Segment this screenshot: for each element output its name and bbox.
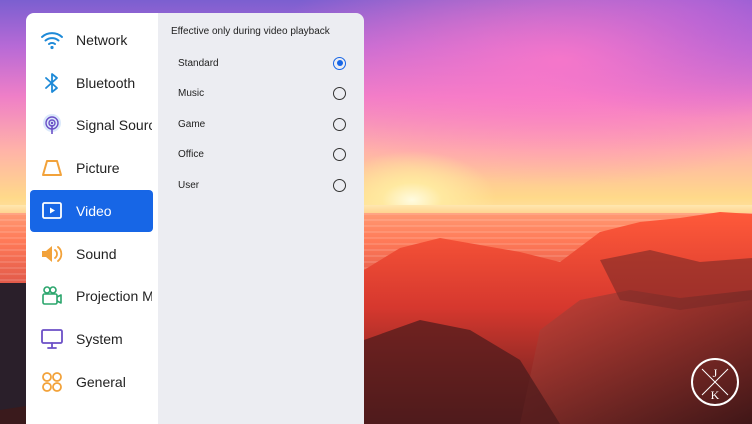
option-label: Standard (178, 57, 219, 69)
sidebar-item-sound[interactable]: Sound (30, 233, 153, 275)
wifi-icon (40, 28, 64, 52)
panel-title: Effective only during video playback (171, 26, 330, 37)
sidebar-item-label: Picture (76, 160, 120, 177)
option-label: Game (178, 118, 206, 130)
settings-menu: Network Bluetooth Signal Source Picture Vide… (26, 13, 158, 424)
picture-icon (40, 156, 64, 180)
sidebar-item-signal-source[interactable]: Signal Source (30, 104, 153, 146)
sidebar-item-video[interactable]: Video (30, 189, 153, 232)
jk-logo: J K (691, 358, 739, 406)
radio-button[interactable] (333, 178, 346, 192)
sidebar-item-label: General (76, 373, 126, 390)
video-mode-panel: Effective only during video playback Sta… (158, 13, 364, 424)
sidebar-item-network[interactable]: Network (30, 19, 153, 61)
bluetooth-icon (40, 71, 64, 95)
option-label: User (178, 179, 200, 191)
sidebar-item-label: Projection Mode (76, 288, 152, 305)
sidebar-item-system[interactable]: System (30, 318, 153, 360)
sidebar-item-picture[interactable]: Picture (30, 147, 153, 189)
sidebar-item-bluetooth[interactable]: Bluetooth (30, 62, 153, 104)
sidebar-item-label: Video (76, 202, 112, 219)
sidebar-item-label: Network (76, 32, 128, 48)
radio-button[interactable] (333, 148, 346, 161)
option-standard[interactable]: Standard (170, 50, 350, 76)
video-icon (40, 199, 64, 223)
option-label: Music (178, 88, 205, 99)
sidebar-item-general[interactable]: General (30, 361, 153, 403)
speaker-icon (40, 242, 64, 266)
logo-letter-k: K (711, 388, 720, 402)
logo-letter-j: J (713, 366, 718, 380)
option-office[interactable]: Office (170, 142, 350, 168)
option-user[interactable]: User (170, 172, 350, 198)
monitor-icon (40, 327, 64, 351)
sidebar-item-label: System (76, 330, 123, 347)
radio-button[interactable] (333, 56, 346, 70)
radio-button[interactable] (333, 87, 346, 100)
sidebar-item-label: Bluetooth (76, 74, 136, 91)
radio-button[interactable] (333, 117, 346, 131)
sidebar-item-label: Signal Source (76, 117, 152, 134)
option-game[interactable]: Game (170, 111, 350, 137)
sidebar-item-label: Sound (76, 245, 117, 262)
signal-source-icon (40, 113, 64, 137)
general-icon (40, 370, 64, 394)
sidebar-item-projection-mode[interactable]: Projection Mode (30, 275, 153, 317)
option-music[interactable]: Music (170, 81, 350, 107)
option-label: Office (178, 149, 204, 160)
projector-icon (40, 284, 64, 308)
